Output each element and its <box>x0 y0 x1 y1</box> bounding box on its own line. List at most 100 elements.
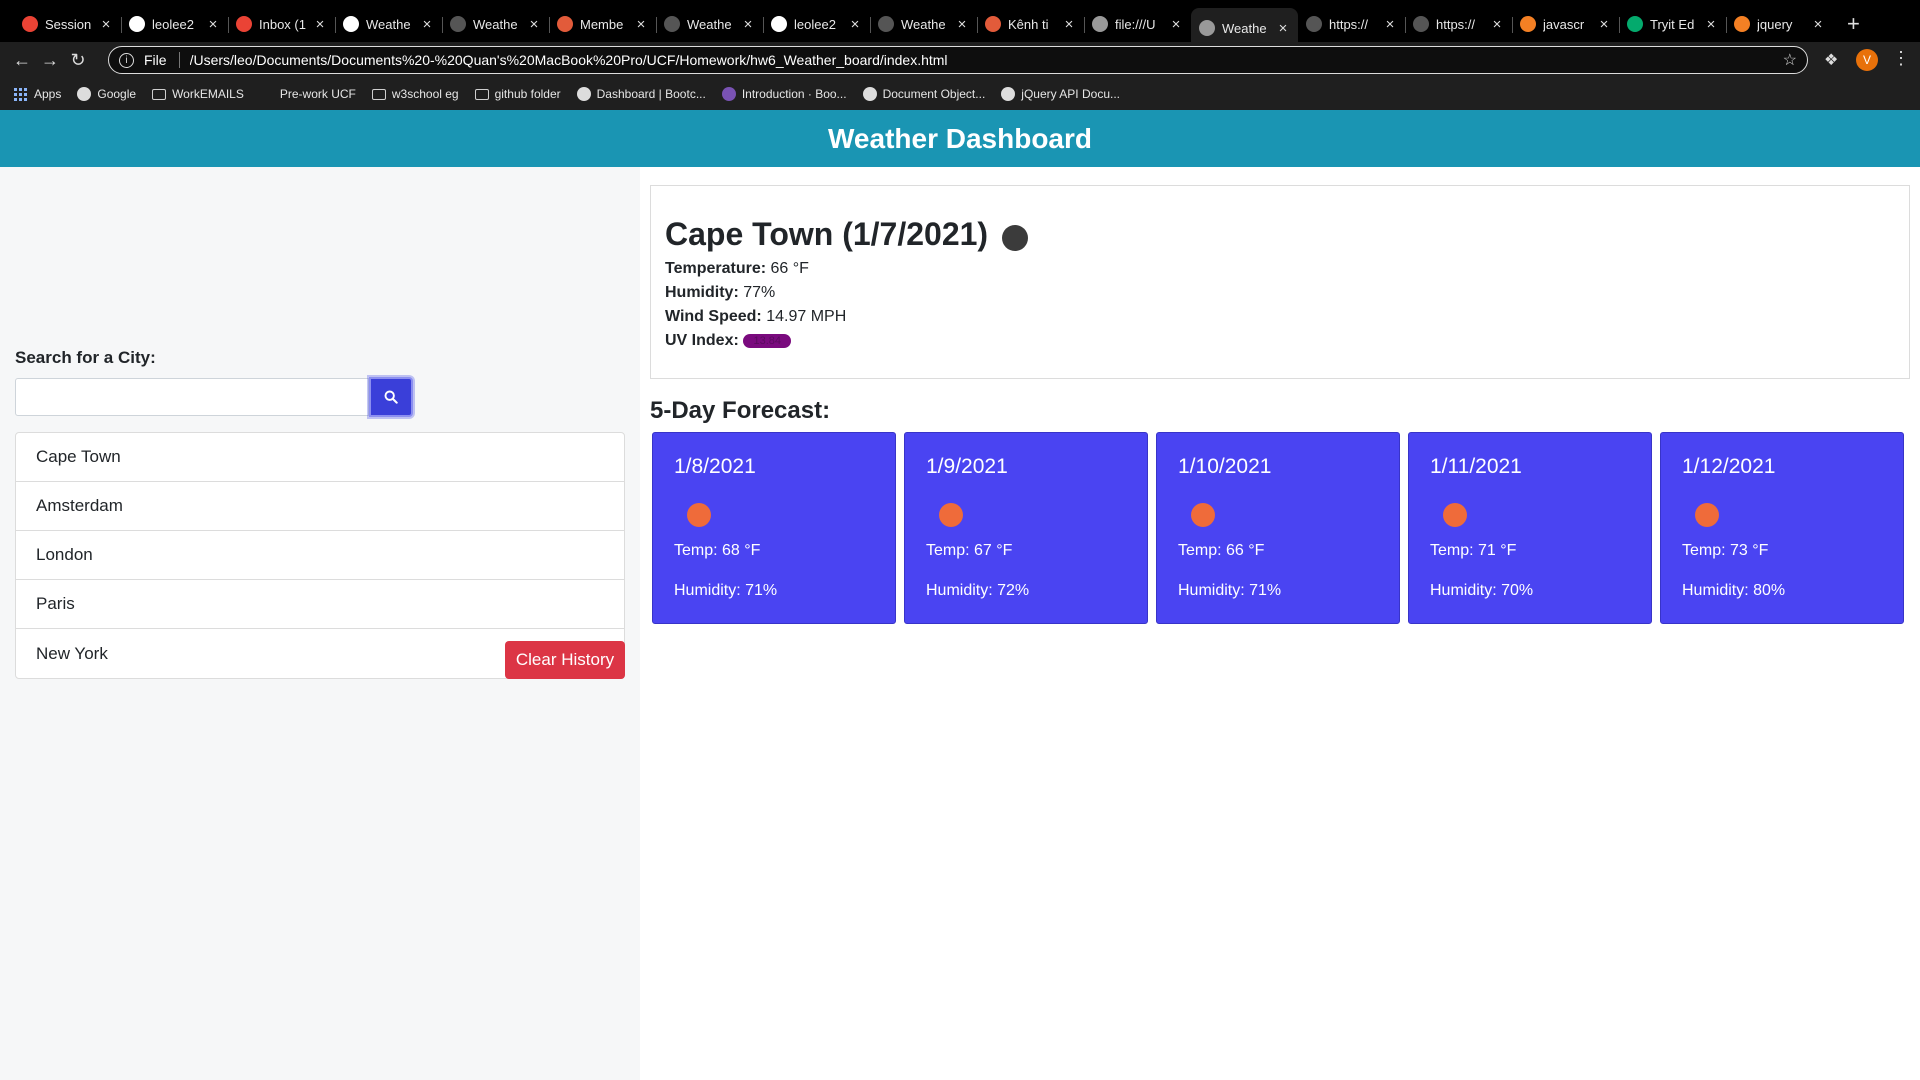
city-search-input[interactable] <box>15 378 369 416</box>
search-button[interactable] <box>369 377 413 417</box>
back-icon[interactable]: ← <box>8 46 36 74</box>
forecast-humidity: Humidity: 70% <box>1430 582 1534 599</box>
forecast-card: 1/11/2021 Temp: 71 °F Humidity: 70% <box>1408 432 1652 624</box>
stackoverflow-icon <box>1520 16 1536 32</box>
browser-tab[interactable]: Weathe × <box>870 6 977 42</box>
close-tab-icon[interactable]: × <box>1490 16 1504 33</box>
history-item[interactable]: Amsterdam <box>16 482 624 531</box>
github-icon <box>129 16 145 32</box>
bookmark-item[interactable]: Document Object... <box>862 87 986 101</box>
close-tab-icon[interactable]: × <box>741 16 755 33</box>
browser-tab[interactable]: https:// × <box>1405 6 1512 42</box>
temperature-value: 66 °F <box>770 260 809 277</box>
uv-label: UV Index: <box>665 332 739 349</box>
forecast-date: 1/8/2021 <box>674 455 756 478</box>
bookmark-label: Document Object... <box>882 87 986 101</box>
bookmark-item[interactable]: github folder <box>474 87 561 101</box>
browser-tab[interactable]: Weathe × <box>656 6 763 42</box>
browser-tab[interactable]: Membe × <box>549 6 656 42</box>
current-weather-card: Cape Town (1/7/2021) Temperature: 66 °F … <box>650 185 1910 379</box>
browser-tab[interactable]: Weathe × <box>442 6 549 42</box>
wind-stat: Wind Speed: 14.97 MPH <box>665 308 846 326</box>
browser-tab[interactable]: Weathe × <box>335 6 442 42</box>
github-icon <box>343 16 359 32</box>
close-tab-icon[interactable]: × <box>1811 16 1825 33</box>
browser-tab[interactable]: jquery × <box>1726 6 1833 42</box>
close-tab-icon[interactable]: × <box>527 16 541 33</box>
stackoverflow-icon <box>1734 16 1750 32</box>
forecast-temp: Temp: 71 °F <box>1430 542 1517 559</box>
history-item[interactable]: Cape Town <box>16 433 624 482</box>
bookmark-item[interactable]: Dashboard | Bootc... <box>576 87 706 101</box>
bookmark-label: github folder <box>494 87 561 101</box>
url-divider <box>178 52 180 68</box>
search-icon <box>384 390 398 404</box>
search-sidebar: Search for a City: Cape Town Amsterdam L… <box>0 167 640 1080</box>
bookmark-item[interactable]: w3school eg <box>371 87 459 101</box>
gmail-icon <box>236 16 252 32</box>
browser-tab[interactable]: Inbox (1 × <box>228 6 335 42</box>
globe-icon <box>1092 16 1108 32</box>
close-tab-icon[interactable]: × <box>206 16 220 33</box>
bookmark-item[interactable]: WorkEMAILS <box>152 87 244 101</box>
address-bar[interactable]: i File /Users/leo/Documents/Documents%20… <box>108 46 1808 74</box>
close-tab-icon[interactable]: × <box>848 16 862 33</box>
new-tab-icon[interactable]: + <box>1847 11 1860 37</box>
browser-tab[interactable]: javascr × <box>1512 6 1619 42</box>
close-tab-icon[interactable]: × <box>1383 16 1397 33</box>
forecast-title: 5-Day Forecast: <box>650 397 831 424</box>
forecast-humidity: Humidity: 71% <box>1178 582 1282 599</box>
bookmark-item[interactable]: Introduction · Boo... <box>721 87 847 101</box>
browser-tab[interactable]: https:// × <box>1298 6 1405 42</box>
browser-tab[interactable]: leolee2 × <box>121 6 228 42</box>
close-tab-icon[interactable]: × <box>420 16 434 33</box>
url-text[interactable]: /Users/leo/Documents/Documents%20-%20Qua… <box>190 52 1783 68</box>
reload-icon[interactable]: ↻ <box>64 46 92 74</box>
blank-icon <box>260 87 274 101</box>
globe-icon <box>1413 16 1429 32</box>
github-icon <box>771 16 787 32</box>
browser-tab[interactable]: Session × <box>14 6 121 42</box>
globe-icon <box>1306 16 1322 32</box>
uv-index-badge: 13.84 <box>743 333 792 348</box>
close-tab-icon[interactable]: × <box>955 16 969 33</box>
close-tab-icon[interactable]: × <box>1169 16 1183 33</box>
bookmark-item[interactable]: Apps <box>14 87 61 101</box>
history-item[interactable]: London <box>16 531 624 580</box>
close-tab-icon[interactable]: × <box>1597 16 1611 33</box>
close-tab-icon[interactable]: × <box>313 16 327 33</box>
browser-tab[interactable]: Kênh ti × <box>977 6 1084 42</box>
browser-tab[interactable]: Tryit Ed × <box>1619 6 1726 42</box>
weather-dashboard-page: Weather Dashboard Search for a City: Cap… <box>0 110 1920 1080</box>
extensions-puzzle-icon[interactable]: ❖ <box>1824 50 1838 70</box>
folder-icon <box>152 88 167 100</box>
clear-history-button[interactable]: Clear History <box>505 641 625 679</box>
bookmark-item[interactable]: jQuery API Docu... <box>1001 87 1120 101</box>
profile-avatar[interactable]: V <box>1856 49 1878 71</box>
close-tab-icon[interactable]: × <box>1276 20 1290 37</box>
close-tab-icon[interactable]: × <box>634 16 648 33</box>
temperature-stat: Temperature: 66 °F <box>665 260 809 278</box>
close-tab-icon[interactable]: × <box>1704 16 1718 33</box>
bookmark-star-icon[interactable]: ☆ <box>1783 50 1797 70</box>
bookmark-label: w3school eg <box>391 87 459 101</box>
history-item[interactable]: Paris <box>16 580 624 629</box>
close-tab-icon[interactable]: × <box>99 16 113 33</box>
bookmark-label: WorkEMAILS <box>172 87 244 101</box>
bookmarks-bar: Apps Google WorkEMAILS Pre-work UCF w3school… <box>0 78 1920 110</box>
bookmark-item[interactable]: Pre-work UCF <box>260 87 356 101</box>
forward-icon[interactable]: → <box>36 46 64 74</box>
humidity-stat: Humidity: 77% <box>665 284 775 302</box>
current-city-date: Cape Town (1/7/2021) <box>665 216 989 252</box>
bookmark-item[interactable]: Google <box>77 87 136 101</box>
info-icon[interactable]: i <box>119 52 134 68</box>
close-tab-icon[interactable]: × <box>1062 16 1076 33</box>
browser-tab[interactable]: leolee2 × <box>763 6 870 42</box>
menu-kebab-icon[interactable]: ⋮ <box>1892 48 1910 69</box>
folder-icon <box>474 88 489 100</box>
tab-title: https:// <box>1436 16 1476 32</box>
tab-title: Tryit Ed <box>1650 16 1695 32</box>
jquery-icon <box>1001 87 1016 101</box>
browser-tab[interactable]: file:///U × <box>1084 6 1191 42</box>
forecast-card: 1/9/2021 Temp: 67 °F Humidity: 72% <box>904 432 1148 624</box>
